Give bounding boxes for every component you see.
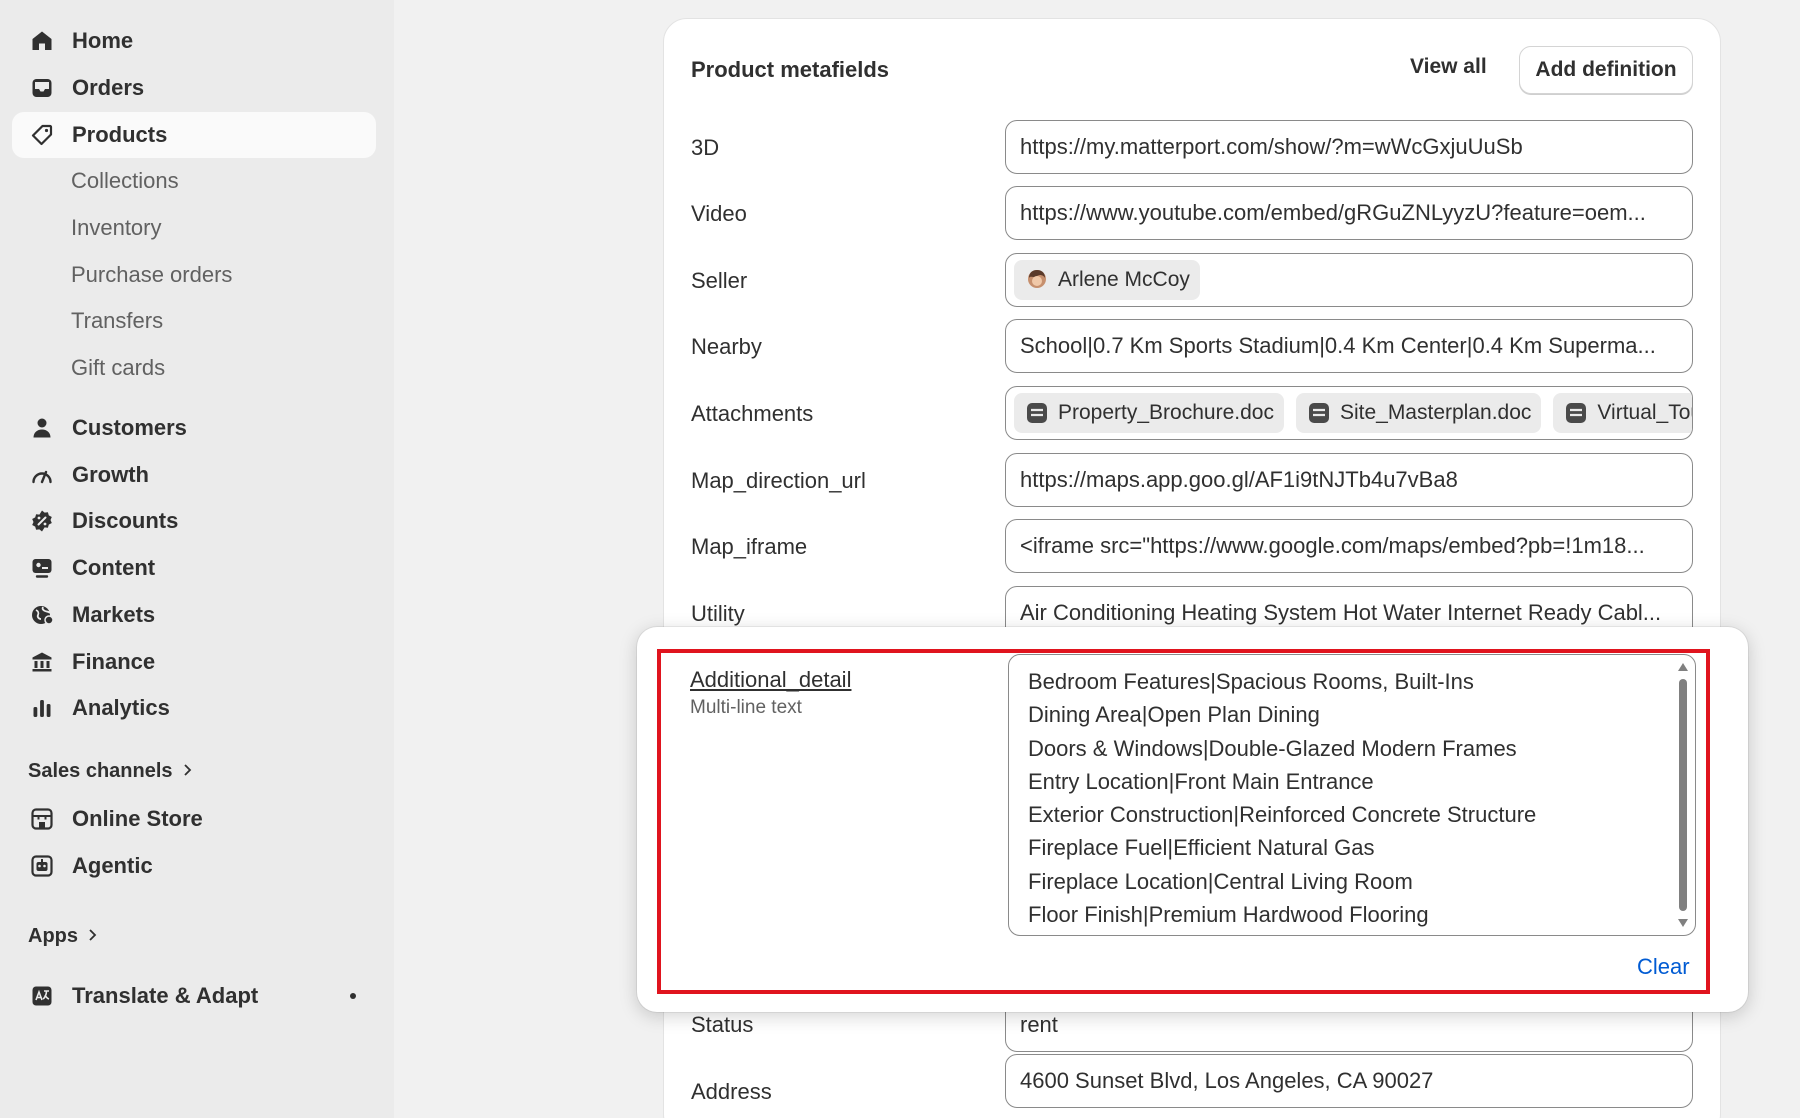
field-label-attachments: Attachments <box>691 401 814 426</box>
sidebar-item-agentic[interactable]: Agentic <box>12 843 376 889</box>
field-type-label: Multi-line text <box>690 697 802 718</box>
sidebar-item-customers[interactable]: Customers <box>12 405 376 451</box>
field-input-3d[interactable]: https://my.matterport.com/show/?m=wWcGxj… <box>1005 120 1693 174</box>
field-input-attachments[interactable]: Property_Brochure.doc Site_Masterplan.do… <box>1005 386 1693 440</box>
text-line: Bedroom Features|Spacious Rooms, Built-I… <box>1028 669 1474 694</box>
sidebar-item-orders[interactable]: Orders <box>12 65 376 111</box>
gauge-icon <box>26 459 58 491</box>
status-dot <box>350 993 356 999</box>
sidebar-item-translate-adapt[interactable]: Translate & Adapt <box>12 973 376 1019</box>
field-label-3d: 3D <box>691 135 720 160</box>
add-definition-button[interactable]: Add definition <box>1519 46 1693 94</box>
field-input-nearby[interactable]: School|0.7 Km Sports Stadium|0.4 Km Cent… <box>1005 319 1693 373</box>
view-all-link[interactable]: View all <box>1410 55 1487 79</box>
bar-chart-icon <box>26 692 58 724</box>
apps-header[interactable]: Apps <box>28 925 98 948</box>
sidebar-item-gift-cards[interactable]: Gift cards <box>12 345 376 391</box>
file-icon <box>1024 400 1050 426</box>
field-label-utility: Utility <box>691 601 745 626</box>
textarea-scrollbar[interactable] <box>1677 661 1689 929</box>
chevron-right-icon <box>88 925 98 948</box>
sidebar-item-analytics[interactable]: Analytics <box>12 685 376 731</box>
sidebar-item-home[interactable]: Home <box>12 18 376 64</box>
sidebar-item-markets[interactable]: Markets <box>12 592 376 638</box>
sidebar-nav: Home Orders Products Collections Invento… <box>0 0 394 1118</box>
file-icon <box>1306 400 1332 426</box>
clear-button[interactable]: Clear <box>1637 954 1690 980</box>
inbox-icon <box>26 72 58 104</box>
person-icon <box>26 412 58 444</box>
sales-channels-header[interactable]: Sales channels <box>28 760 193 783</box>
field-input-seller[interactable]: Arlene McCoy <box>1005 253 1693 307</box>
text-line: Fireplace Location|Central Living Room <box>1028 868 1413 894</box>
field-label-address: Address <box>691 1079 772 1104</box>
bank-icon <box>26 646 58 678</box>
scrollbar-thumb[interactable] <box>1679 679 1687 911</box>
field-label-map-iframe: Map_iframe <box>691 534 808 559</box>
tag-icon <box>26 119 58 151</box>
text-line: Exterior Construction|Reinforced Concret… <box>1028 802 1537 828</box>
sidebar-item-purchase-orders[interactable]: Purchase orders <box>12 252 376 298</box>
file-chip[interactable]: Virtual_Tou <box>1553 393 1692 433</box>
card-title: Product metafields <box>691 57 890 82</box>
sidebar-item-discounts[interactable]: Discounts <box>12 498 376 544</box>
field-input-map-iframe[interactable]: <iframe src="https://www.google.com/maps… <box>1005 519 1693 573</box>
globe-icon <box>26 599 58 631</box>
additional-detail-label[interactable]: Additional_detail <box>690 667 851 693</box>
scroll-up-arrow-icon[interactable] <box>1678 663 1688 671</box>
file-icon <box>1563 400 1589 426</box>
field-input-map-direction-url[interactable]: https://maps.app.goo.gl/AF1i9tNJTb4u7vBa… <box>1005 453 1693 507</box>
avatar <box>1024 267 1050 293</box>
field-label-seller: Seller <box>691 268 748 293</box>
file-chip[interactable]: Site_Masterplan.doc <box>1295 393 1542 433</box>
chevron-right-icon <box>183 760 193 783</box>
sidebar-item-content[interactable]: Content <box>12 545 376 591</box>
scroll-down-arrow-icon[interactable] <box>1678 919 1688 927</box>
robot-icon <box>26 850 58 882</box>
text-line: Doors & Windows|Double-Glazed Modern Fra… <box>1028 735 1517 761</box>
translate-icon <box>26 980 58 1012</box>
field-label-status: Status <box>691 1012 754 1037</box>
text-line: Floor Finish|Premium Hardwood Flooring <box>1028 902 1429 928</box>
sidebar-item-finance[interactable]: Finance <box>12 639 376 685</box>
sidebar-item-inventory[interactable]: Inventory <box>12 205 376 251</box>
text-line: Entry Location|Front Main Entrance <box>1028 768 1374 794</box>
sidebar-item-products[interactable]: Products <box>12 112 376 158</box>
sidebar-item-transfers[interactable]: Transfers <box>12 298 376 344</box>
sidebar-item-online-store[interactable]: Online Store <box>12 796 376 842</box>
discount-icon <box>26 505 58 537</box>
field-label-video: Video <box>691 201 747 226</box>
additional-detail-popover: Additional_detail Multi-line text Bedroo… <box>637 627 1748 1012</box>
field-label-map-direction-url: Map_direction_url <box>691 468 866 493</box>
field-label-nearby: Nearby <box>691 334 762 359</box>
field-input-address[interactable]: 4600 Sunset Blvd, Los Angeles, CA 90027 <box>1005 1054 1693 1108</box>
field-input-video[interactable]: https://www.youtube.com/embed/gRGuZNLyyz… <box>1005 186 1693 240</box>
content-icon <box>26 552 58 584</box>
home-icon <box>26 25 58 57</box>
store-icon <box>26 803 58 835</box>
sidebar-item-collections[interactable]: Collections <box>12 158 376 204</box>
file-chip[interactable]: Property_Brochure.doc <box>1014 393 1284 433</box>
text-line: Dining Area|Open Plan Dining <box>1028 702 1320 728</box>
text-line: Fireplace Fuel|Efficient Natural Gas <box>1028 835 1375 861</box>
sidebar-item-growth[interactable]: Growth <box>12 452 376 498</box>
additional-detail-textarea[interactable]: Bedroom Features|Spacious Rooms, Built-I… <box>1008 654 1696 936</box>
seller-chip[interactable]: Arlene McCoy <box>1014 260 1200 300</box>
